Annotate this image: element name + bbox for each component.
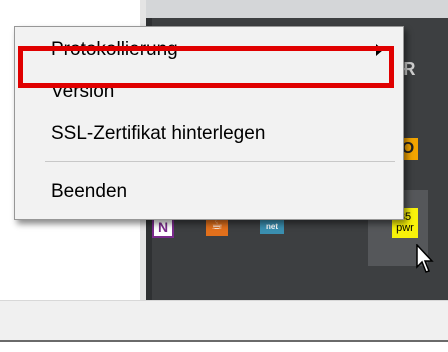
mouse-cursor-icon (416, 244, 434, 273)
menu-item-version[interactable]: Version (17, 75, 401, 109)
menu-item-label: Beenden (51, 181, 128, 202)
menu-item-beenden[interactable]: Beenden (17, 175, 401, 209)
pwr-icon-bottom: pwr (396, 222, 414, 234)
menu-item-label: SSL-Zertifikat hinterlegen (51, 123, 266, 144)
menu-item-label: Protokollierung (51, 39, 178, 60)
taskbar-area (0, 300, 448, 341)
context-menu: Protokollierung Version SSL-Zertifikat h… (14, 26, 404, 220)
menu-separator (45, 161, 395, 162)
submenu-arrow-icon (376, 44, 383, 56)
taskbar-bottom (0, 340, 448, 352)
menu-item-protokollierung[interactable]: Protokollierung (17, 33, 401, 67)
menu-item-ssl-zertifikat[interactable]: SSL-Zertifikat hinterlegen (17, 117, 401, 151)
menu-item-label: Version (51, 81, 115, 102)
top-strip (146, 0, 448, 18)
network-icon[interactable]: net (260, 218, 284, 234)
